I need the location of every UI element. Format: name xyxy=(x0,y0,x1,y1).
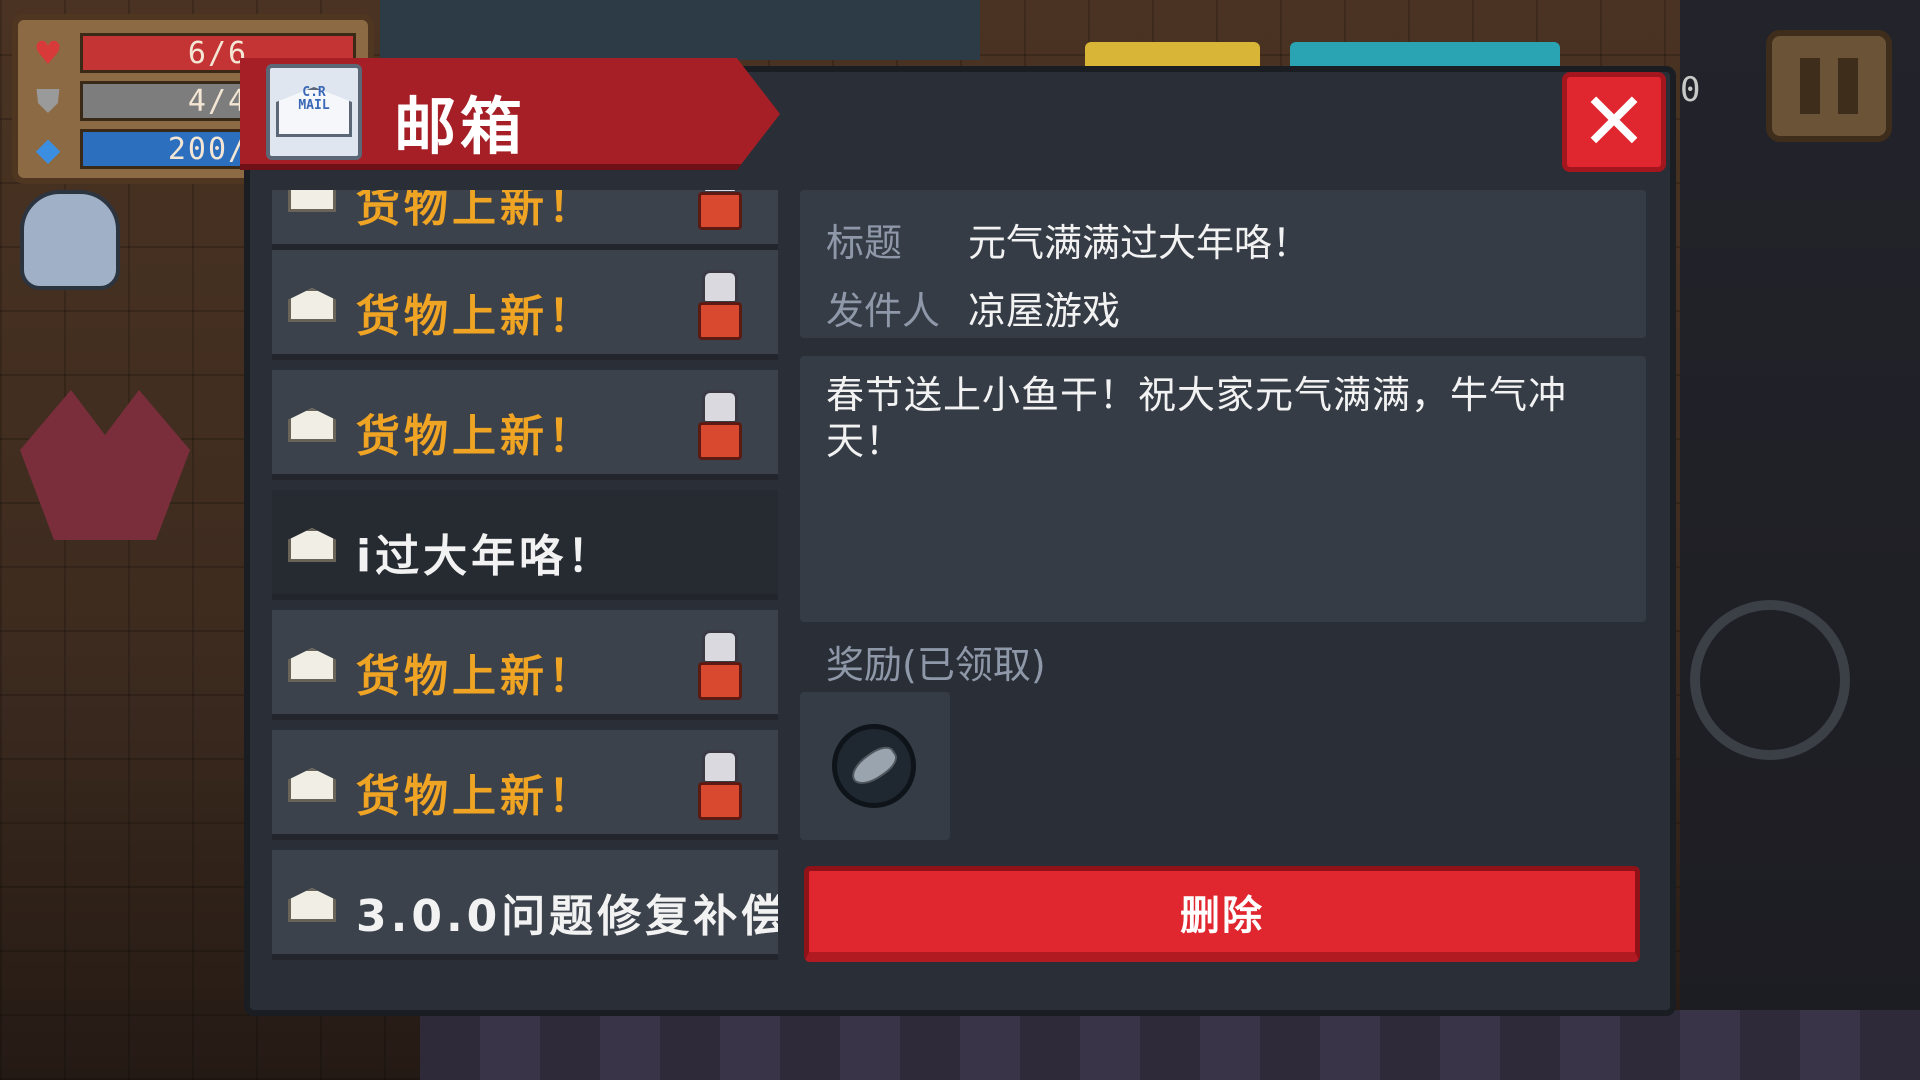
mail-list-item[interactable]: 货物上新！ xyxy=(272,370,778,480)
mail-header-panel: 标题 元气满满过大年咯！ 发件人 凉屋游戏 xyxy=(800,190,1646,338)
merchant-npc-icon xyxy=(696,630,744,702)
envelope-icon xyxy=(288,190,336,212)
reward-slot[interactable] xyxy=(800,692,950,840)
npc-head xyxy=(702,630,738,664)
sender-value: 凉屋游戏 xyxy=(968,289,1121,333)
background-bottom-floor xyxy=(420,1010,1920,1080)
mail-item-title: 货物上新！ xyxy=(356,291,596,342)
npc-body xyxy=(698,192,742,230)
mail-list-item[interactable]: 货物上新！ xyxy=(272,730,778,840)
background-right-wall xyxy=(1680,0,1920,1080)
mail-icon-label: C.R MAIL xyxy=(298,85,330,113)
subject-value: 元气满满过大年咯！ xyxy=(968,221,1311,265)
mail-list-item[interactable]: 货物上新！ xyxy=(272,250,778,360)
mail-list-item[interactable]: 货物上新！ xyxy=(272,610,778,720)
mail-item-title: 货物上新！ xyxy=(356,651,596,702)
mail-item-title: i过大年咯！ xyxy=(356,531,616,582)
mail-item-title: 货物上新！ xyxy=(356,771,596,822)
delete-button-label: 删除 xyxy=(1180,892,1264,939)
close-icon: ✕ xyxy=(1580,75,1648,168)
reward-label: 奖励(已领取) xyxy=(826,643,1046,687)
top-counter: 0 xyxy=(1680,70,1701,110)
npc-head xyxy=(702,750,738,784)
mail-list-item[interactable]: i过大年咯！ xyxy=(272,490,778,600)
envelope-icon xyxy=(288,768,336,802)
mail-list[interactable]: 货物上新！ 货物上新！ 货物上新！ i过大年咯！ 货物上新！ 货物上新！ 3.0.0问题修复… xyxy=(272,190,778,965)
npc-body xyxy=(698,422,742,460)
delete-button[interactable]: 删除 xyxy=(804,866,1640,962)
mail-list-item[interactable]: 3.0.0问题修复补偿 xyxy=(272,850,778,960)
mail-body-text: 春节送上小鱼干！祝大家元气满满，牛气冲天！ xyxy=(826,373,1568,463)
knight-character-sprite xyxy=(20,190,120,290)
envelope-icon xyxy=(288,648,336,682)
mail-item-title: 3.0.0问题修复补偿 xyxy=(356,891,778,942)
pause-icon-bar-right xyxy=(1838,58,1858,114)
npc-body xyxy=(698,302,742,340)
envelope-icon xyxy=(288,408,336,442)
envelope-icon xyxy=(288,888,336,922)
sender-label: 发件人 xyxy=(826,289,941,333)
heart-icon: ♥ xyxy=(33,34,63,72)
merchant-npc-icon xyxy=(696,750,744,822)
pause-icon-bar-left xyxy=(1800,58,1820,114)
close-button[interactable]: ✕ xyxy=(1562,72,1666,172)
merchant-npc-icon xyxy=(696,390,744,462)
envelope-icon xyxy=(288,288,336,322)
npc-body xyxy=(698,782,742,820)
background-teal-bar xyxy=(1290,42,1560,66)
merchant-npc-icon xyxy=(696,270,744,342)
fish-shape xyxy=(846,741,902,791)
subject-label: 标题 xyxy=(826,221,903,265)
npc-head xyxy=(702,270,738,304)
mail-item-title: 货物上新！ xyxy=(356,190,596,232)
npc-head xyxy=(702,390,738,424)
merchant-npc-icon xyxy=(696,190,744,232)
fish-icon xyxy=(832,724,916,808)
background-shelf xyxy=(380,0,980,60)
mail-item-title: 货物上新！ xyxy=(356,411,596,462)
mail-envelope-icon: C.R MAIL xyxy=(266,64,362,160)
envelope-icon xyxy=(288,528,336,562)
weapon-skill-icon xyxy=(1690,600,1850,760)
mail-body-panel: 春节送上小鱼干！祝大家元气满满，牛气冲天！ xyxy=(800,356,1646,622)
pause-button[interactable] xyxy=(1766,30,1892,142)
shield-icon: ⛊ xyxy=(35,81,60,120)
mail-list-item[interactable]: 货物上新！ xyxy=(272,190,778,250)
mailbox-title: 邮箱 xyxy=(394,90,527,163)
energy-diamond-icon: ◆ xyxy=(35,130,61,168)
npc-body xyxy=(698,662,742,700)
background-gold-bar xyxy=(1085,42,1260,66)
